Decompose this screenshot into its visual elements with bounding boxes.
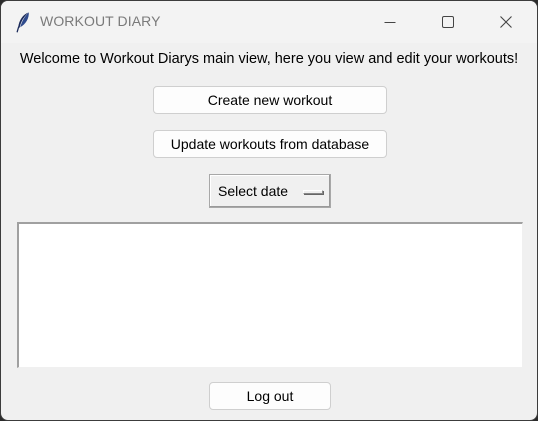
feather-icon	[15, 11, 31, 33]
minimize-button[interactable]	[361, 1, 419, 43]
title-bar[interactable]: WORKOUT DIARY	[1, 1, 537, 43]
workout-list[interactable]	[17, 222, 523, 368]
app-window: WORKOUT DIARY Welcome to Workout Diarys …	[0, 0, 538, 421]
logout-button[interactable]: Log out	[209, 382, 331, 410]
close-button[interactable]	[477, 1, 535, 43]
date-select-label: Select date	[218, 183, 289, 199]
window-title: WORKOUT DIARY	[40, 13, 161, 29]
update-workouts-button[interactable]: Update workouts from database	[153, 130, 387, 158]
maximize-icon	[442, 16, 454, 28]
welcome-message: Welcome to Workout Diarys main view, her…	[19, 51, 519, 67]
close-icon	[500, 16, 512, 28]
maximize-button[interactable]	[419, 1, 477, 43]
minimize-icon	[384, 16, 396, 28]
option-menu-indicator-icon	[303, 190, 323, 194]
date-select-menu[interactable]: Select date	[209, 174, 331, 208]
create-workout-button[interactable]: Create new workout	[153, 86, 387, 114]
